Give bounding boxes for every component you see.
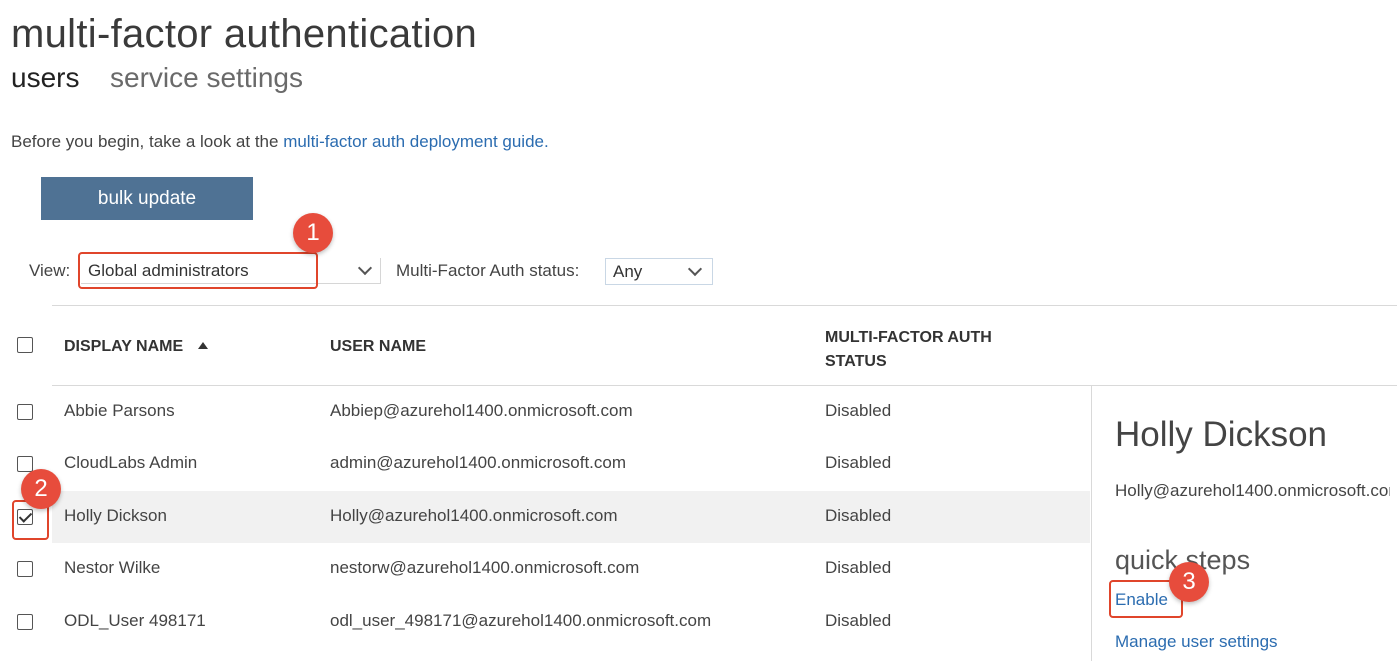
step-badge-2: 2 <box>21 469 61 509</box>
chevron-down-icon <box>357 260 373 276</box>
column-header-mfa-line1: MULTI-FACTOR AUTH <box>825 329 992 346</box>
row-checkbox[interactable] <box>17 456 33 472</box>
sort-ascending-icon <box>198 342 208 349</box>
detail-user-email: Holly@azurehol1400.onmicrosoft.com <box>1115 481 1390 500</box>
select-all-checkbox[interactable] <box>17 337 33 353</box>
bulk-update-button[interactable]: bulk update <box>41 177 253 220</box>
divider <box>52 305 1397 306</box>
cell-user-name: admin@azurehol1400.onmicrosoft.com <box>330 453 627 472</box>
tab-service-settings[interactable]: service settings <box>110 62 303 94</box>
cell-status: Disabled <box>825 506 892 525</box>
intro-text: Before you begin, take a look at the mul… <box>11 132 549 152</box>
mfa-status-value: Any <box>613 262 643 281</box>
detail-panel-divider <box>1091 386 1092 661</box>
column-header-display-name[interactable]: DISPLAY NAME <box>64 338 183 356</box>
cell-user-name: Abbiep@azurehol1400.onmicrosoft.com <box>330 401 633 420</box>
cell-display-name: Abbie Parsons <box>64 401 175 420</box>
column-header-display-name-label: DISPLAY NAME <box>64 338 184 355</box>
cell-display-name: Holly Dickson <box>64 506 167 525</box>
chevron-down-icon <box>687 261 703 277</box>
intro-prefix: Before you begin, take a look at the <box>11 132 284 151</box>
column-header-mfa-status[interactable]: MULTI-FACTOR AUTH STATUS <box>825 326 992 374</box>
cell-display-name: Nestor Wilke <box>64 558 161 577</box>
row-checkbox[interactable] <box>17 404 33 420</box>
cell-display-name: CloudLabs Admin <box>64 453 198 472</box>
cell-user-name: odl_user_498171@azurehol1400.onmicrosoft… <box>330 611 712 630</box>
cell-display-name: ODL_User 498171 <box>64 611 206 630</box>
row-checkbox[interactable] <box>17 614 33 630</box>
callout-view-select <box>78 252 318 289</box>
cell-status: Disabled <box>825 453 892 472</box>
manage-user-settings-link[interactable]: Manage user settings <box>1115 632 1278 652</box>
cell-user-name: Holly@azurehol1400.onmicrosoft.com <box>330 506 618 525</box>
column-header-mfa-line2: STATUS <box>825 353 887 370</box>
cell-status: Disabled <box>825 611 892 630</box>
cell-status: Disabled <box>825 558 892 577</box>
step-badge-3: 3 <box>1169 562 1209 602</box>
mfa-status-label: Multi-Factor Auth status: <box>396 261 580 280</box>
step-badge-1: 1 <box>293 213 333 253</box>
mfa-status-select[interactable]: Any <box>605 258 713 285</box>
row-checkbox[interactable] <box>17 561 33 577</box>
page-title: multi-factor authentication <box>11 12 478 56</box>
column-header-user-name[interactable]: USER NAME <box>330 338 426 356</box>
tab-users[interactable]: users <box>11 62 79 94</box>
view-label: View: <box>29 261 71 280</box>
deployment-guide-link[interactable]: multi-factor auth deployment guide. <box>283 132 549 151</box>
cell-user-name: nestorw@azurehol1400.onmicrosoft.com <box>330 558 640 577</box>
cell-status: Disabled <box>825 401 892 420</box>
detail-user-name: Holly Dickson <box>1115 415 1327 454</box>
